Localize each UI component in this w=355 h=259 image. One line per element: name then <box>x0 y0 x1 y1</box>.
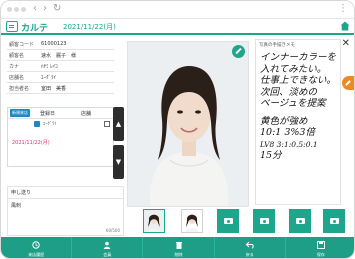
edit-photo-button[interactable] <box>232 45 245 58</box>
memo-title: 写真の手描きメモ <box>259 43 295 48</box>
history-icon <box>32 241 40 249</box>
portrait-image <box>128 42 248 206</box>
save-icon <box>316 241 325 249</box>
info-value: ﾊﾔﾐ ﾚｲｺ <box>41 63 58 70</box>
back-button[interactable]: 戻る <box>215 237 286 258</box>
toolbar-label: 保存 <box>316 252 325 257</box>
thumbnail-2[interactable] <box>181 209 203 233</box>
info-row: 担当者名 室田 美香 <box>7 83 114 94</box>
camera-icon <box>330 218 339 224</box>
thumbnail-empty[interactable] <box>323 209 345 233</box>
col-store: 店舗 <box>81 110 92 117</box>
window-dot <box>21 7 26 12</box>
back-icon <box>245 241 254 249</box>
memo-edit-button[interactable] <box>342 76 354 90</box>
memo-line: 黄色が強め <box>260 115 308 127</box>
customer-panel: 顧客コード 61000123 顧客名 速水 麗子 様 カナ ﾊﾔﾐ ﾚｲｺ 店舗… <box>7 39 124 236</box>
info-label: カナ <box>9 63 20 70</box>
memo-line: 15分 <box>260 150 282 161</box>
scroll-up-button[interactable]: ▲ <box>113 107 124 141</box>
visit-card: 新規来店 登録日 店舗 ｴｰｸﾞﾗｲ 2021/11/22(月) <box>7 107 114 167</box>
thumbnail-empty[interactable] <box>289 209 311 233</box>
info-value: 速水 麗子 様 <box>41 52 77 59</box>
note-title: 申し送り <box>8 187 123 199</box>
photo-thumbnails <box>137 209 347 233</box>
toolbar-label: 来店履歴 <box>28 252 45 257</box>
toolbar-label: 会員 <box>103 252 112 257</box>
thumbnail-1[interactable] <box>143 209 165 233</box>
member-icon <box>104 241 111 249</box>
handover-note: 申し送り 風刺 60/500 <box>7 186 124 236</box>
new-visit-badge: 新規来店 <box>10 109 30 117</box>
memo-line: LV8 3:1:0.5:0.1 <box>260 139 318 149</box>
info-label: 顧客名 <box>9 52 25 59</box>
note-body[interactable]: 風刺 <box>8 199 123 212</box>
handwritten-memo[interactable]: 写真の手描きメモ インナーカラーを 入れてみたい。 仕事上できない。 次回、淡め… <box>255 39 341 205</box>
close-icon[interactable]: ✕ <box>342 38 350 49</box>
browser-chrome: ‹ › ↻ ⋮ <box>1 1 354 19</box>
pencil-icon <box>235 47 242 55</box>
memo-line: 仕事上できない。 <box>260 75 337 86</box>
info-value: ｴｰｸﾞﾗｲ <box>41 74 57 81</box>
camera-icon <box>260 218 269 224</box>
memo-line: 入れてみたい。 <box>260 63 327 75</box>
info-row: 顧客名 速水 麗子 様 <box>7 50 114 61</box>
memo-line: 次回、淡めの <box>260 86 318 98</box>
thumbnail-empty[interactable] <box>253 209 275 233</box>
col-registered-date: 登録日 <box>40 110 56 117</box>
browser-menu-icon[interactable]: ⋮ <box>338 3 348 14</box>
memo-lines: インナーカラーを 入れてみたい。 仕事上できない。 次回、淡めの ベージュを提案… <box>260 52 338 162</box>
thumbnail-empty[interactable] <box>217 209 239 233</box>
memo-line: インナーカラーを <box>260 52 337 63</box>
info-label: 担当者名 <box>9 85 30 92</box>
list-icon[interactable] <box>104 121 110 127</box>
customer-photo[interactable] <box>127 41 249 207</box>
save-button[interactable]: 保存 <box>286 237 354 258</box>
camera-icon <box>296 218 305 224</box>
info-row: カナ ﾊﾔﾐ ﾚｲｺ <box>7 61 114 72</box>
info-label: 顧客コード <box>9 41 35 48</box>
app-title: カルテ <box>21 24 49 34</box>
visit-store: ｴｰｸﾞﾗｲ <box>43 122 57 127</box>
note-char-count: 60/500 <box>105 228 120 233</box>
info-row: 顧客コード 61000123 <box>7 39 114 50</box>
app-header: カルテ 2021/11/22(月) <box>1 19 354 35</box>
info-value: 61000123 <box>41 41 67 47</box>
thumbnail-image <box>144 210 164 232</box>
toolbar-label: 削除 <box>174 252 183 257</box>
back-arrow-icon[interactable]: ‹ <box>33 3 37 15</box>
calendar-icon[interactable] <box>34 121 40 127</box>
reload-icon[interactable]: ↻ <box>53 3 61 15</box>
pencil-icon <box>345 80 351 86</box>
bottom-toolbar: 来店履歴 会員 削除 戻る 保存 <box>1 237 354 258</box>
karte-logo-icon <box>6 21 18 32</box>
delete-icon <box>175 242 182 249</box>
delete-button[interactable]: 削除 <box>143 237 215 258</box>
memo-line: ベージュを提案 <box>260 98 326 109</box>
visit-header: 新規来店 登録日 店舗 <box>8 108 113 119</box>
forward-arrow-icon[interactable]: › <box>43 3 47 15</box>
visit-row[interactable]: ｴｰｸﾞﾗｲ <box>8 119 113 129</box>
thumbnail-image <box>182 210 202 232</box>
memo-line: 10:1 3%3倍 <box>260 127 315 138</box>
info-row: 店舗名 ｴｰｸﾞﾗｲ <box>7 72 114 83</box>
window-dot <box>14 7 19 12</box>
camera-icon <box>224 218 233 224</box>
header-date: 2021/11/22(月) <box>63 23 116 31</box>
info-label: 店舗名 <box>9 74 25 81</box>
toolbar-label: 戻る <box>245 252 254 257</box>
customer-info-table: 顧客コード 61000123 顧客名 速水 麗子 様 カナ ﾊﾔﾐ ﾚｲｺ 店舗… <box>7 39 114 94</box>
home-icon[interactable] <box>340 21 350 31</box>
visit-date-link[interactable]: 2021/11/22(月) <box>12 139 50 146</box>
window-dot <box>7 7 12 12</box>
device-frame: ‹ › ↻ ⋮ カルテ 2021/11/22(月) 顧客コード 61000123… <box>0 0 355 259</box>
member-button[interactable]: 会員 <box>72 237 144 258</box>
scroll-down-button[interactable]: ▼ <box>113 145 124 179</box>
info-value: 室田 美香 <box>41 85 67 92</box>
history-button[interactable]: 来店履歴 <box>1 237 73 258</box>
